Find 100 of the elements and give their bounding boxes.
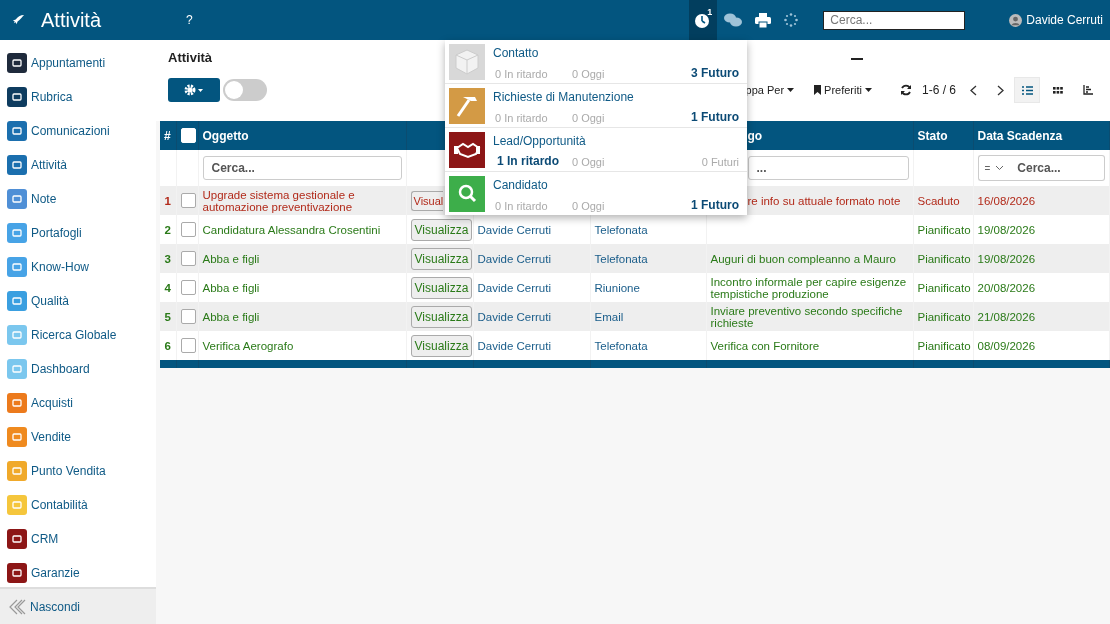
activity-count[interactable]: 1 In ritardo [493, 154, 572, 168]
toggle-switch[interactable] [223, 79, 267, 101]
row-checkbox[interactable] [180, 280, 196, 295]
category-name: Richieste di Manutenzione [493, 90, 635, 104]
row-number: 4 [164, 281, 171, 294]
activity-type-text: Telefonata [594, 252, 648, 265]
sidebar-item[interactable]: Portafogli [0, 216, 156, 250]
status-text: Pianificato [913, 302, 973, 331]
double-chevron-icon [8, 598, 26, 615]
grid-icon [1053, 86, 1063, 94]
activity-menu-item[interactable]: Contatto 0 In ritardo 0 Oggi 3 Futuro [445, 40, 747, 84]
hide-sidebar-button[interactable]: Nascondi [0, 587, 156, 624]
assignee-text: Davide Cerruti [477, 310, 551, 323]
activity-type-text: Riunione [594, 281, 640, 294]
caret-icon [787, 88, 795, 92]
due-date-text: 19/08/2026 [977, 223, 1036, 236]
sidebar-item[interactable]: Ricerca Globale [0, 318, 156, 352]
description-filter-field[interactable]: ... [747, 156, 909, 180]
due-date-text: 16/08/2026 [977, 194, 1036, 207]
description-text: Verifica con Fornitore [710, 339, 820, 352]
subject-text: Abba e figli [202, 310, 260, 323]
sidebar-item[interactable]: Comunicazioni [0, 114, 156, 148]
rocket-icon [12, 13, 25, 27]
sidebar-item[interactable]: Contabilità [0, 488, 156, 522]
help-link[interactable]: ? [186, 13, 193, 27]
category-name: Contatto [493, 46, 540, 60]
sidebar-item[interactable]: CRM [0, 522, 156, 556]
sidebar-item[interactable]: Vendite [0, 420, 156, 454]
view-button[interactable]: Visualizza [410, 218, 473, 241]
assignee-text: Davide Cerruti [477, 339, 551, 352]
column-header[interactable]: Oggetto [202, 128, 249, 143]
sidebar-item[interactable]: Punto Vendita [0, 454, 156, 488]
description-text: re info su attuale formato note [747, 194, 901, 207]
view-button[interactable]: Visualizza [410, 305, 473, 328]
sidebar-item[interactable]: Dashboard [0, 352, 156, 386]
subject-text: Upgrade sistema gestionale e automazione preventivazione [202, 188, 355, 213]
row-checkbox[interactable] [180, 251, 196, 266]
activity-count[interactable]: 1 Futuro [691, 198, 739, 212]
column-header[interactable]: go [747, 128, 763, 143]
row-checkbox[interactable] [180, 193, 196, 208]
assignee-text: Davide Cerruti [477, 281, 551, 294]
subject-text: Abba e figli [202, 252, 260, 265]
sidebar-item[interactable]: Note [0, 182, 156, 216]
activity-type-text: Telefonata [594, 223, 648, 236]
view-button[interactable]: Visualizza [410, 334, 473, 357]
sidebar-item[interactable]: Rubrica [0, 80, 156, 114]
next-icon[interactable] [997, 84, 1004, 96]
minus-icon[interactable] [851, 58, 863, 61]
activity-menu-item[interactable]: Candidato 0 In ritardo 0 Oggi 1 Futuro [445, 172, 747, 215]
select-all-checkbox[interactable] [180, 128, 196, 144]
spinner-icon [784, 13, 799, 27]
assignee-text: Davide Cerruti [477, 252, 551, 265]
activity-count[interactable]: 1 Futuro [691, 110, 739, 124]
row-checkbox[interactable] [180, 309, 196, 324]
row-number: 5 [164, 310, 171, 323]
sidebar-item[interactable]: Appuntamenti [0, 46, 156, 80]
sidebar-item[interactable]: Acquisti [0, 386, 156, 420]
printer-icon[interactable] [755, 12, 772, 28]
assignee-text: Davide Cerruti [477, 223, 551, 236]
activity-menu-item[interactable]: Richieste di Manutenzione 0 In ritardo 0 Oggi 1 Futuro [445, 84, 747, 128]
list-view-button[interactable] [1014, 77, 1040, 103]
row-number: 2 [164, 223, 171, 236]
activity-menu-item[interactable]: Lead/Opportunità 1 In ritardo 0 Oggi 0 Futuri [445, 128, 747, 172]
row-checkbox[interactable] [180, 338, 196, 353]
status-text: Pianificato [913, 244, 973, 273]
notification-count: 1 [707, 7, 713, 17]
subject-text: Candidatura Alessandra Crosentini [202, 223, 381, 236]
avatar-icon [1009, 13, 1023, 27]
settings-button[interactable] [168, 78, 220, 102]
activity-type-text: Telefonata [594, 339, 648, 352]
activity-button[interactable]: 1 [689, 0, 718, 40]
description-text: Inviare preventivo secondo specifiche richieste [710, 304, 903, 329]
sidebar-item[interactable]: Attività [0, 148, 156, 182]
due-date-text: 19/08/2026 [977, 252, 1036, 265]
chat-icon[interactable] [723, 12, 744, 28]
subject-text: Verifica Aerografo [202, 339, 294, 352]
sidebar-item[interactable]: Garanzie [0, 556, 156, 587]
row-number: 1 [164, 194, 171, 207]
previous-icon[interactable] [970, 84, 977, 96]
description-text: Auguri di buon compleanno a Mauro [710, 252, 896, 265]
view-button[interactable]: Visual [410, 190, 444, 211]
favorites-dropdown[interactable]: Preferiti [814, 84, 872, 96]
view-button[interactable]: Visualizza [410, 247, 473, 270]
activity-type-text: Email [594, 310, 624, 323]
sidebar-item[interactable]: Know-How [0, 250, 156, 284]
list-icon [1021, 85, 1033, 95]
refresh-icon[interactable] [899, 84, 912, 96]
category-name: Lead/Opportunità [493, 134, 587, 148]
sidebar-item[interactable]: Qualità [0, 284, 156, 318]
activity-count[interactable]: 3 Futuro [691, 66, 739, 80]
description-text: Incontro informale per capire esigenze tempistiche produzione [710, 275, 907, 300]
subject-filter-field[interactable]: Cerca... [202, 156, 402, 180]
pager-text: 1-6 / 6 [921, 83, 956, 97]
caret-icon [864, 88, 872, 92]
user-name[interactable]: Davide Cerruti [1026, 13, 1103, 27]
category-name: Candidato [493, 178, 549, 192]
view-button[interactable]: Visualizza [410, 276, 473, 299]
search-field[interactable]: Cerca... [823, 10, 966, 30]
row-checkbox[interactable] [180, 222, 196, 237]
subject-text: Abba e figli [202, 281, 260, 294]
